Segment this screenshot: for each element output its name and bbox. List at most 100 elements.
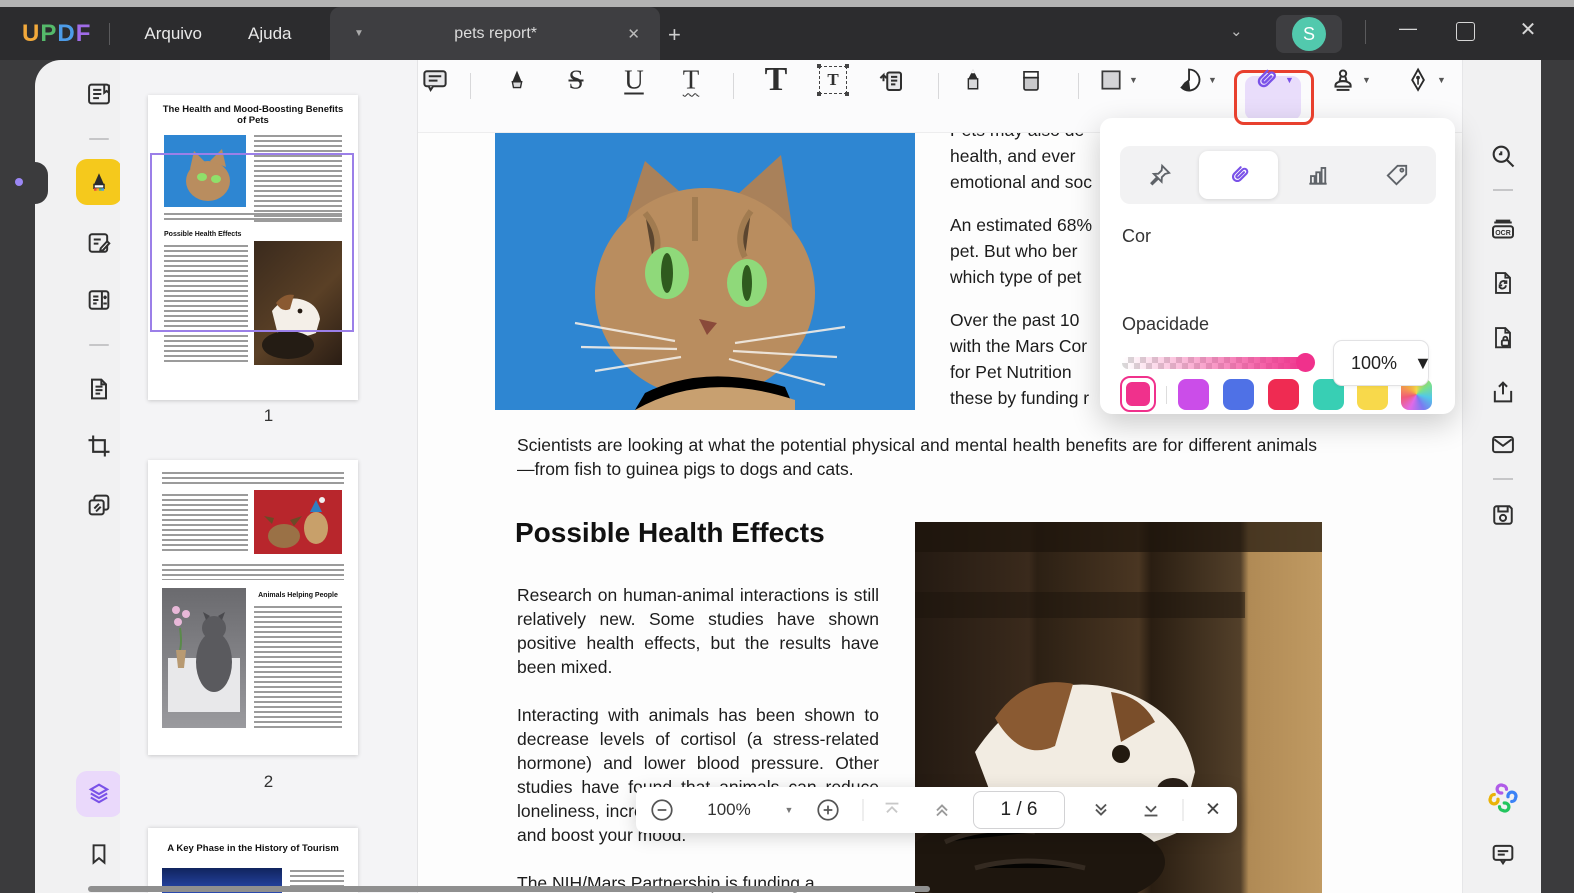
toolbar-divider (938, 73, 939, 99)
menu-ajuda[interactable]: Ajuda (232, 16, 307, 52)
zoom-in-button[interactable] (815, 797, 841, 823)
signature-dropdown-caret[interactable]: ▼ (1437, 75, 1446, 85)
color-swatch-red[interactable] (1268, 379, 1299, 410)
zoom-out-button[interactable] (649, 797, 675, 823)
search-button[interactable] (1481, 134, 1525, 178)
search-icon (1489, 142, 1517, 170)
pencil-draw-button[interactable] (959, 66, 987, 94)
attachment-button[interactable]: ▼ (1250, 65, 1294, 95)
signature-button[interactable]: ▼ (1404, 66, 1446, 94)
last-page-button[interactable] (1140, 799, 1162, 821)
text-box-button[interactable]: T (819, 66, 847, 94)
layers-button[interactable] (76, 771, 122, 817)
panel-toggle-handle[interactable] (35, 162, 48, 204)
thumb2-cat-photo (162, 588, 246, 728)
color-swatch-selected[interactable] (1120, 376, 1156, 412)
pages-icon (85, 375, 113, 403)
horizontal-scrollbar[interactable] (88, 886, 930, 892)
underline-button[interactable]: U (624, 65, 644, 96)
tab-title: pets report* (364, 25, 628, 43)
eraser-button[interactable] (1017, 66, 1045, 94)
cat-photo (495, 133, 915, 410)
tag-icon (1384, 162, 1410, 188)
thumb2-text-lines (254, 606, 342, 728)
layers-icon (85, 780, 113, 808)
color-swatch-purple[interactable] (1178, 379, 1209, 410)
protect-button[interactable] (1481, 316, 1525, 360)
convert-button[interactable] (1481, 261, 1525, 305)
edit-pdf-button[interactable] (76, 220, 122, 266)
thumb1-viewport-rect[interactable] (150, 153, 354, 332)
note-comment-button[interactable] (420, 65, 450, 95)
opacity-slider-track[interactable] (1122, 357, 1308, 369)
first-page-button[interactable] (881, 799, 903, 821)
stamp-dropdown-caret[interactable]: ▼ (1362, 75, 1371, 85)
opacity-value-select[interactable]: 100% ▼ (1333, 340, 1429, 386)
shapes-button[interactable]: ▼ (1098, 67, 1138, 93)
note-icon (420, 65, 450, 95)
thumbnail-page-1[interactable]: The Health and Mood-Boosting Benefits of… (148, 95, 358, 400)
tab-pin[interactable] (1120, 146, 1199, 204)
avatar[interactable]: S (1292, 17, 1326, 51)
thumbnail-page-2[interactable]: Animals Helping People (148, 460, 358, 755)
account-button[interactable]: S (1276, 15, 1342, 53)
comment-tool-button-active[interactable] (76, 159, 122, 205)
organize-pages-icon (85, 286, 113, 314)
close-navigation-button[interactable]: ✕ (1205, 799, 1221, 822)
color-swatch-blue[interactable] (1223, 379, 1254, 410)
sticker-button[interactable]: ▼ (1175, 66, 1217, 94)
email-button[interactable] (1481, 422, 1525, 466)
stamp-button[interactable]: ▼ (1329, 66, 1371, 94)
paperclip-icon (1244, 59, 1286, 101)
new-tab-button[interactable]: + (668, 22, 681, 48)
eraser-icon (1017, 66, 1045, 94)
bookmark-button[interactable] (76, 831, 122, 877)
tab-list-chevron-icon[interactable]: ⌄ (1230, 22, 1243, 40)
page-indicator[interactable]: 1 / 6 (973, 791, 1065, 829)
thumb2-text-lines (162, 472, 344, 484)
save-button[interactable] (1481, 493, 1525, 537)
organize-pages-button[interactable] (76, 277, 122, 323)
updf-ai-button[interactable] (1481, 776, 1525, 820)
annotation-type-segmented-control (1120, 146, 1436, 204)
tab-tag[interactable] (1357, 146, 1436, 204)
share-button[interactable] (1481, 370, 1525, 414)
bar-divider (863, 799, 864, 821)
add-text-button[interactable]: T (765, 61, 788, 99)
maximize-button[interactable] (1456, 22, 1475, 41)
share-icon (1489, 378, 1517, 406)
shapes-dropdown-caret[interactable]: ▼ (1129, 75, 1138, 85)
doc-intro-paragraph: Scientists are looking at what the poten… (517, 433, 1317, 481)
thumbnail-page-3[interactable]: A Key Phase in the History of Tourism (148, 828, 358, 893)
pencil-icon (959, 66, 987, 94)
page-tools-button[interactable] (76, 366, 122, 412)
close-window-button[interactable]: ✕ (1514, 17, 1542, 42)
ocr-button[interactable]: OCR (1481, 208, 1525, 252)
opacity-slider-knob[interactable] (1296, 353, 1315, 372)
color-section-label: Cor (1122, 226, 1151, 247)
tab-dropdown-icon[interactable]: ▼ (354, 28, 364, 39)
tab-close-icon[interactable]: ✕ (627, 25, 640, 43)
squiggly-underline-button[interactable]: T (683, 65, 700, 96)
strikethrough-button[interactable]: S (568, 65, 583, 96)
tab-chart[interactable] (1278, 146, 1357, 204)
sticker-dropdown-caret[interactable]: ▼ (1208, 75, 1217, 85)
highlight-text-button[interactable] (503, 66, 531, 94)
zoom-level[interactable]: 100% (707, 800, 750, 820)
feedback-button[interactable] (1481, 832, 1525, 876)
watermark-button[interactable] (76, 482, 122, 528)
bar-chart-icon (1305, 162, 1331, 188)
reader-mode-button[interactable] (76, 71, 122, 117)
minimize-button[interactable]: — (1394, 18, 1422, 39)
menu-arquivo[interactable]: Arquivo (128, 16, 218, 52)
tab-attachment-active[interactable] (1199, 151, 1278, 199)
next-page-button[interactable] (1090, 799, 1112, 821)
previous-page-button[interactable] (931, 799, 953, 821)
document-tab[interactable]: ▼ pets report* ✕ (330, 7, 660, 60)
dog-photo (915, 522, 1322, 893)
stack-pages-icon (85, 491, 113, 519)
typewriter-button[interactable] (876, 65, 906, 95)
attachment-dropdown-caret[interactable]: ▼ (1285, 75, 1294, 85)
zoom-dropdown-caret[interactable]: ▼ (785, 805, 794, 815)
crop-button[interactable] (76, 423, 122, 469)
